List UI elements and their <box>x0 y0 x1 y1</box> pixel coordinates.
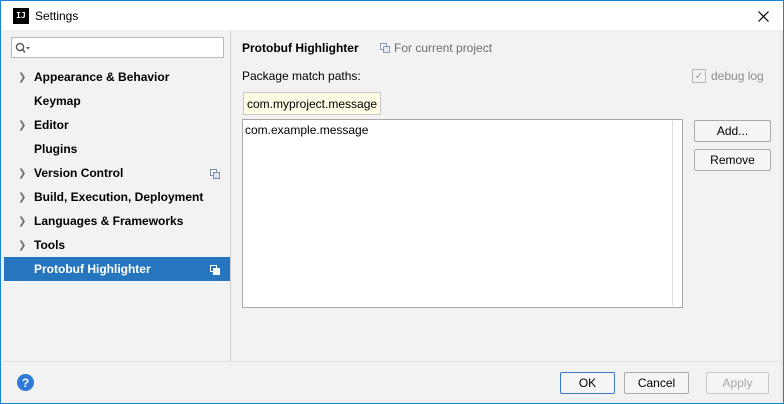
sidebar-item-label: Plugins <box>34 142 78 156</box>
close-button[interactable] <box>753 6 773 26</box>
settings-window: IJ Settings ❯ Appearance & Behavior Keym… <box>0 0 784 404</box>
package-path-input[interactable] <box>243 92 381 115</box>
sidebar-item-label: Languages & Frameworks <box>34 214 184 228</box>
sidebar-item-label: Editor <box>34 118 69 132</box>
package-match-paths-label: Package match paths: <box>242 69 361 83</box>
search-input[interactable] <box>31 38 223 57</box>
debug-log-label: debug log <box>711 69 764 83</box>
remove-button[interactable]: Remove <box>694 149 771 171</box>
sidebar-item-languages-frameworks[interactable]: ❯ Languages & Frameworks <box>4 209 230 233</box>
close-icon <box>757 10 769 22</box>
window-right-edge <box>781 31 783 403</box>
list-item[interactable]: com.example.message <box>243 120 682 140</box>
scope-indicator: For current project <box>380 41 492 55</box>
sidebar-item-version-control[interactable]: ❯ Version Control <box>4 161 230 185</box>
sidebar-item-protobuf-highlighter[interactable]: Protobuf Highlighter <box>4 257 230 281</box>
window-title: Settings <box>35 8 79 23</box>
package-path-list[interactable]: com.example.message <box>242 119 683 308</box>
settings-tree: ❯ Appearance & Behavior Keymap ❯ Editor … <box>4 65 230 281</box>
settings-content: Protobuf Highlighter For current project… <box>232 31 781 361</box>
list-scrollbar[interactable] <box>672 121 673 306</box>
dialog-button-bar: ? OK Cancel Apply <box>4 361 781 400</box>
sidebar-item-editor[interactable]: ❯ Editor <box>4 113 230 137</box>
project-scope-icon <box>210 264 220 278</box>
sidebar-item-label: Appearance & Behavior <box>34 70 170 84</box>
cancel-button[interactable]: Cancel <box>624 372 689 394</box>
sidebar-item-label: Build, Execution, Deployment <box>34 190 204 204</box>
expand-arrow-icon[interactable]: ❯ <box>18 192 32 203</box>
search-icon <box>15 41 31 55</box>
help-icon[interactable]: ? <box>17 374 34 391</box>
sidebar-item-label: Keymap <box>34 94 81 108</box>
expand-arrow-icon[interactable]: ❯ <box>18 120 32 131</box>
expand-arrow-icon[interactable]: ❯ <box>18 72 32 83</box>
scope-label: For current project <box>394 41 493 55</box>
sidebar-item-plugins[interactable]: Plugins <box>4 137 230 161</box>
search-box[interactable] <box>11 37 224 58</box>
ok-button[interactable]: OK <box>560 372 615 394</box>
settings-sidebar: ❯ Appearance & Behavior Keymap ❯ Editor … <box>4 31 231 361</box>
sidebar-item-appearance-behavior[interactable]: ❯ Appearance & Behavior <box>4 65 230 89</box>
project-scope-icon <box>210 168 220 182</box>
sidebar-item-label: Version Control <box>34 166 124 180</box>
sidebar-item-build-execution-deployment[interactable]: ❯ Build, Execution, Deployment <box>4 185 230 209</box>
sidebar-item-label: Tools <box>34 238 66 252</box>
page-title: Protobuf Highlighter <box>242 41 359 55</box>
expand-arrow-icon[interactable]: ❯ <box>18 240 32 251</box>
debug-log-checkbox[interactable]: ✓ debug log <box>692 69 764 83</box>
apply-button[interactable]: Apply <box>706 372 769 394</box>
sidebar-item-label: Protobuf Highlighter <box>34 262 151 276</box>
project-scope-icon <box>380 43 390 53</box>
sidebar-item-tools[interactable]: ❯ Tools <box>4 233 230 257</box>
add-button[interactable]: Add... <box>694 120 771 142</box>
expand-arrow-icon[interactable]: ❯ <box>18 168 32 179</box>
expand-arrow-icon[interactable]: ❯ <box>18 216 32 227</box>
checkbox-checked-icon[interactable]: ✓ <box>692 69 706 83</box>
title-bar: IJ Settings <box>1 1 783 30</box>
sidebar-item-keymap[interactable]: Keymap <box>4 89 230 113</box>
intellij-app-icon: IJ <box>13 7 29 24</box>
